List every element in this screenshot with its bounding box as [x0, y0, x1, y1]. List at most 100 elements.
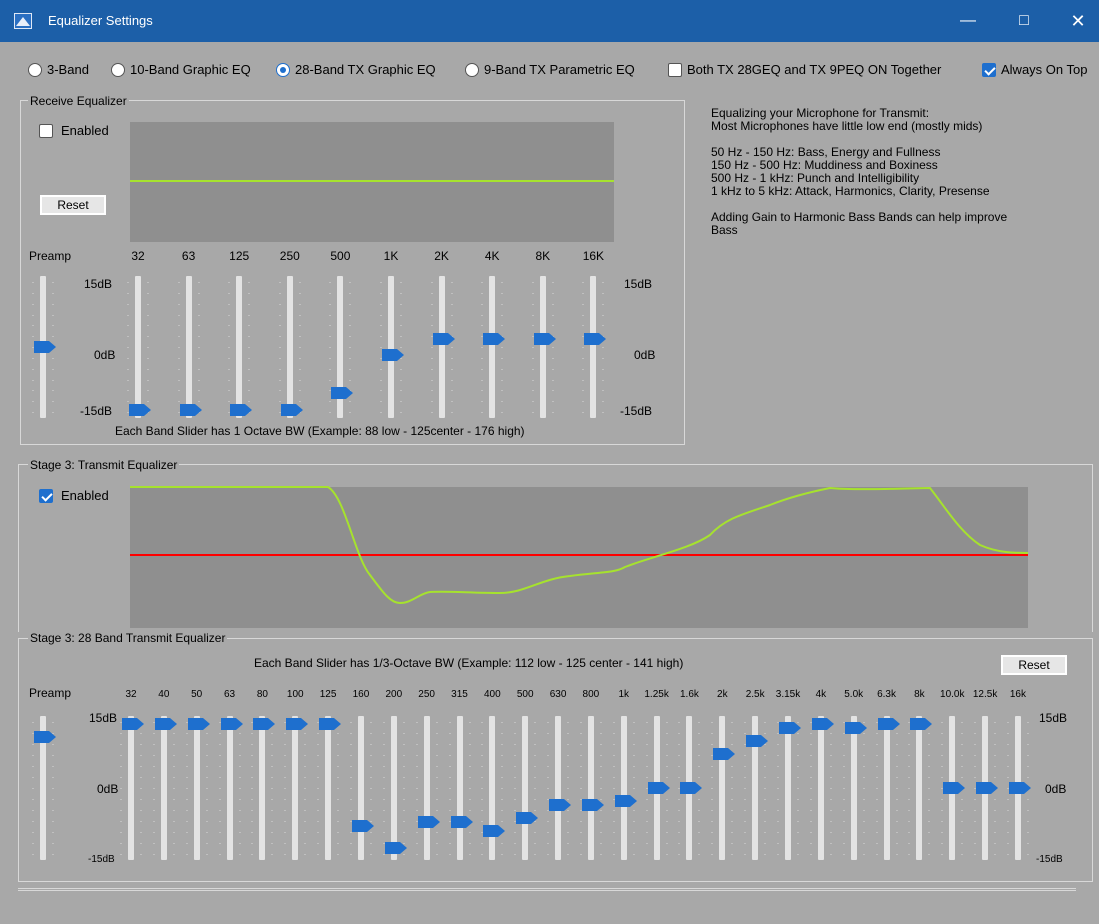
tick-mark — [531, 379, 534, 381]
tick-mark — [284, 777, 287, 778]
tick-mark — [481, 325, 484, 327]
receive-band-slider-track[interactable] — [135, 276, 141, 418]
receive-band-slider-track[interactable] — [590, 276, 597, 418]
band28-slider-track[interactable] — [259, 716, 266, 860]
receive-band-slider-track[interactable] — [539, 276, 546, 418]
tick-mark — [32, 325, 34, 327]
band28-slider-track[interactable] — [357, 716, 364, 860]
band28-slider-thumb[interactable] — [549, 799, 572, 812]
tick-mark — [908, 832, 911, 833]
tick-mark — [317, 788, 320, 789]
minimize-button[interactable]: — — [940, 0, 996, 42]
band28-slider-track[interactable] — [883, 716, 890, 860]
receive-reset-button[interactable]: Reset — [40, 195, 106, 215]
band28-slider-thumb[interactable] — [384, 841, 407, 854]
band28-slider-thumb[interactable] — [122, 718, 144, 730]
title-bar[interactable]: Equalizer Settings — □ ✕ — [0, 0, 1099, 42]
band28-slider-track[interactable] — [226, 716, 233, 860]
receive-band-slider-thumb[interactable] — [382, 349, 404, 362]
receive-band-slider-track[interactable] — [489, 276, 496, 418]
receive-enabled-checkbox[interactable] — [39, 124, 53, 138]
maximize-button[interactable]: □ — [996, 0, 1052, 42]
band28-reset-button[interactable]: Reset — [1001, 655, 1067, 675]
band28-slider-thumb[interactable] — [516, 811, 539, 824]
receive-band-slider-thumb[interactable] — [280, 404, 303, 416]
tick-mark — [415, 744, 418, 745]
receive-band-slider-track[interactable] — [286, 276, 293, 418]
band28-band-label: 125 — [319, 689, 337, 700]
band28-slider-track[interactable] — [522, 716, 529, 860]
tick-mark — [317, 810, 320, 811]
receive-band-slider-thumb[interactable] — [230, 404, 253, 416]
band28-slider-thumb[interactable] — [943, 782, 966, 794]
band28-slider-thumb[interactable] — [581, 799, 604, 812]
band28-slider-thumb[interactable] — [877, 718, 900, 730]
band28-slider-thumb[interactable] — [811, 718, 834, 730]
band28-slider-thumb[interactable] — [187, 718, 210, 730]
band28-preamp-slider-thumb[interactable] — [34, 730, 56, 743]
tick-mark — [579, 777, 582, 778]
band28-slider-track[interactable] — [193, 716, 200, 860]
band28-slider-thumb[interactable] — [220, 718, 243, 730]
band28-slider-track[interactable] — [456, 716, 463, 860]
band28-slider-thumb[interactable] — [154, 718, 177, 730]
band28-slider-track[interactable] — [160, 716, 167, 860]
band28-slider-track[interactable] — [423, 716, 430, 860]
receive-band-slider-track[interactable] — [388, 276, 394, 418]
close-button[interactable]: ✕ — [1050, 0, 1099, 42]
band28-slider-track[interactable] — [390, 716, 397, 860]
band28-slider-thumb[interactable] — [713, 747, 736, 760]
tick-mark — [731, 777, 734, 778]
receive-band-slider-track[interactable] — [236, 276, 243, 418]
tick-mark — [612, 733, 615, 734]
receive-band-slider-thumb[interactable] — [584, 332, 607, 345]
receive-band-slider-track[interactable] — [438, 276, 445, 418]
receive-band-slider-thumb[interactable] — [533, 332, 556, 345]
band28-slider-track[interactable] — [587, 716, 594, 860]
transmit-enabled-checkbox[interactable] — [39, 489, 53, 503]
band28-slider-thumb[interactable] — [779, 722, 801, 735]
band28-slider-thumb[interactable] — [351, 820, 374, 833]
band28-slider-thumb[interactable] — [319, 718, 342, 730]
band28-slider-thumb[interactable] — [286, 718, 309, 730]
checkbox-both-tx[interactable] — [668, 63, 682, 77]
receive-band-slider-thumb[interactable] — [483, 332, 506, 345]
tick-mark — [248, 314, 251, 316]
band28-slider-thumb[interactable] — [647, 782, 670, 794]
tick-mark — [52, 325, 54, 327]
band28-slider-track[interactable] — [850, 716, 857, 860]
checkbox-always-on-top[interactable] — [982, 63, 996, 77]
receive-preamp-slider-thumb[interactable] — [34, 341, 56, 353]
band28-slider-track[interactable] — [620, 716, 627, 860]
receive-band-slider-thumb[interactable] — [129, 404, 151, 416]
receive-band-slider-thumb[interactable] — [179, 404, 202, 416]
band28-slider-track[interactable] — [489, 716, 496, 860]
band28-slider-thumb[interactable] — [976, 782, 999, 794]
radio-9-band-parametric[interactable] — [465, 63, 479, 77]
band28-slider-thumb[interactable] — [680, 782, 703, 794]
radio-3-band[interactable] — [28, 63, 42, 77]
radio-28-band[interactable] — [276, 63, 290, 77]
receive-band-slider-thumb[interactable] — [432, 332, 455, 345]
band28-slider-thumb[interactable] — [417, 816, 440, 829]
band28-slider-track[interactable] — [128, 716, 134, 860]
band28-slider-track[interactable] — [555, 716, 562, 860]
band28-slider-track[interactable] — [325, 716, 332, 860]
band28-slider-thumb[interactable] — [450, 816, 473, 829]
receive-band-slider-thumb[interactable] — [331, 387, 354, 400]
radio-10-band[interactable] — [111, 63, 125, 77]
receive-band-slider-track[interactable] — [185, 276, 192, 418]
band28-slider-thumb[interactable] — [910, 718, 933, 730]
band28-slider-thumb[interactable] — [253, 718, 276, 730]
tick-mark — [645, 755, 648, 756]
band28-slider-thumb[interactable] — [844, 722, 867, 735]
band28-slider-track[interactable] — [916, 716, 923, 860]
band28-slider-thumb[interactable] — [614, 794, 637, 807]
band28-slider-thumb[interactable] — [746, 735, 769, 748]
band28-slider-track[interactable] — [719, 716, 726, 860]
band28-slider-thumb[interactable] — [483, 824, 506, 837]
band28-slider-track[interactable] — [817, 716, 824, 860]
band28-slider-track[interactable] — [292, 716, 299, 860]
band28-slider-track[interactable] — [785, 716, 791, 860]
band28-slider-thumb[interactable] — [1008, 782, 1031, 794]
